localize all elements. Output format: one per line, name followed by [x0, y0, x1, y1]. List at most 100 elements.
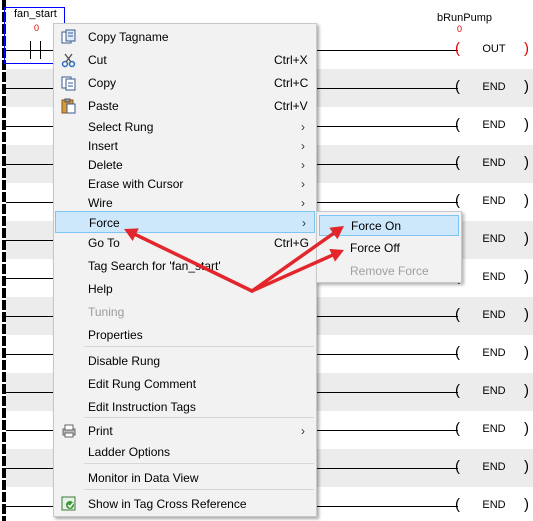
copy-tagname-icon	[61, 29, 77, 45]
end-instruction[interactable]: END	[470, 347, 518, 359]
menu-item-label: Force	[89, 216, 120, 230]
submenu-item-label: Remove Force	[350, 264, 429, 278]
menu-item-label: Ladder Options	[88, 445, 171, 459]
menu-item-shortcut: Ctrl+X	[274, 53, 308, 67]
menu-item-label: Edit Instruction Tags	[88, 400, 196, 414]
coil-value: 0	[457, 24, 463, 34]
menu-item-label: Edit Rung Comment	[88, 377, 197, 391]
menu-item-shortcut: Ctrl+C	[274, 76, 309, 90]
menu-item-label: Disable Rung	[88, 354, 161, 368]
menu-separator	[84, 463, 314, 464]
coil-left-paren: (	[455, 78, 460, 95]
end-instruction[interactable]: END	[470, 233, 518, 245]
coil-right-paren: )	[524, 306, 529, 323]
contact-left-bar	[30, 41, 31, 59]
coil-left-paren: (	[455, 496, 460, 513]
end-instruction[interactable]: END	[470, 385, 518, 397]
end-instruction[interactable]: END	[470, 119, 518, 131]
coil-right-paren: )	[524, 230, 529, 247]
menu-item-copy-tagname[interactable]: Copy Tagname	[55, 26, 315, 48]
submenu-item-force-off[interactable]: Force Off	[319, 238, 459, 259]
menu-item-label: Help	[88, 282, 113, 296]
menu-item-shortcut: Ctrl+G	[274, 236, 310, 250]
menu-item-copy[interactable]: Copy Ctrl+C	[55, 72, 315, 94]
coil-left-paren: (	[455, 420, 460, 437]
menu-item-ladder-options[interactable]: Ladder Options	[55, 441, 315, 463]
menu-item-shortcut: Ctrl+V	[274, 99, 308, 113]
contact-tag-label: fan_start	[14, 8, 57, 20]
menu-item-label: Show in Tag Cross Reference	[88, 497, 247, 511]
coil-right-paren: )	[524, 268, 529, 285]
submenu-item-force-on[interactable]: Force On	[319, 215, 459, 236]
context-menu: Copy Tagname Cut Ctrl+X Copy Ctrl+C Paste Ctrl…	[53, 23, 317, 517]
menu-item-tuning: Tuning	[55, 301, 315, 323]
menu-item-cut[interactable]: Cut Ctrl+X	[55, 49, 315, 71]
coil-left-paren: (	[455, 382, 460, 399]
chevron-right-icon: ›	[301, 424, 305, 438]
coil-left-paren: (	[455, 306, 460, 323]
coil-right-paren: )	[524, 192, 529, 209]
copy-icon	[61, 75, 77, 91]
coil-tag-label: bRunPump	[437, 12, 493, 24]
print-icon	[61, 423, 77, 439]
menu-item-paste[interactable]: Paste Ctrl+V	[55, 95, 315, 117]
menu-item-label: Copy	[88, 76, 117, 90]
end-instruction[interactable]: END	[470, 195, 518, 207]
scissors-icon	[61, 52, 77, 68]
end-instruction[interactable]: END	[470, 423, 518, 435]
menu-item-label: Tag Search for 'fan_start'	[88, 259, 221, 273]
menu-item-label: Cut	[88, 53, 107, 67]
end-instruction[interactable]: END	[470, 309, 518, 321]
menu-item-label: Paste	[88, 99, 119, 113]
menu-item-label: Copy Tagname	[88, 30, 169, 44]
menu-separator	[84, 489, 314, 490]
coil-left-paren: (	[455, 154, 460, 171]
coil-right-paren: )	[524, 496, 529, 513]
menu-item-label: Monitor in Data View	[88, 471, 199, 485]
contact-value: 0	[34, 23, 40, 33]
menu-item-tag-search-for-fan-start[interactable]: Tag Search for 'fan_start'	[55, 255, 315, 277]
coil-right-paren: )	[524, 78, 529, 95]
end-instruction[interactable]: END	[470, 157, 518, 169]
end-instruction[interactable]: END	[470, 499, 518, 511]
coil-left-paren: (	[455, 40, 460, 57]
end-instruction[interactable]: END	[470, 461, 518, 473]
submenu-item-label: Force Off	[350, 241, 400, 255]
coil-right-paren: )	[524, 40, 529, 57]
menu-item-force[interactable]: Force ›	[55, 211, 315, 233]
menu-separator	[84, 346, 314, 347]
submenu-item-label: Force On	[351, 219, 402, 233]
menu-item-print[interactable]: Print ›	[55, 420, 315, 442]
submenu-item-remove-force: Remove Force	[319, 261, 459, 282]
menu-item-disable-rung[interactable]: Disable Rung	[55, 350, 315, 372]
menu-item-label: Properties	[88, 328, 143, 342]
cross-reference-icon	[61, 496, 77, 512]
menu-item-help[interactable]: Help	[55, 278, 315, 300]
force-submenu: Force On Force Off Remove Force	[316, 211, 462, 283]
coil-left-paren: (	[455, 116, 460, 133]
coil-right-paren: )	[524, 344, 529, 361]
menu-item-label: Go To	[88, 236, 120, 250]
coil-left-paren: (	[455, 458, 460, 475]
menu-item-monitor-in-data-view[interactable]: Monitor in Data View	[55, 467, 315, 489]
chevron-right-icon: ›	[302, 216, 306, 230]
end-instruction[interactable]: END	[470, 271, 518, 283]
menu-item-properties[interactable]: Properties	[55, 324, 315, 346]
menu-item-show-in-tag-cross-reference[interactable]: Show in Tag Cross Reference	[55, 493, 315, 515]
menu-item-label: Print	[88, 424, 113, 438]
contact-right-bar	[40, 41, 41, 59]
menu-item-label: Tuning	[88, 305, 125, 319]
coil-right-paren: )	[524, 458, 529, 475]
coil-right-paren: )	[524, 420, 529, 437]
coil-right-paren: )	[524, 382, 529, 399]
coil-left-paren: (	[455, 344, 460, 361]
end-instruction[interactable]: END	[470, 81, 518, 93]
out-instruction[interactable]: OUT	[470, 43, 518, 55]
menu-item-edit-instruction-tags[interactable]: Edit Instruction Tags	[55, 396, 315, 418]
menu-item-go-to[interactable]: Go To Ctrl+G	[55, 232, 315, 254]
paste-icon	[61, 98, 77, 114]
coil-right-paren: )	[524, 154, 529, 171]
coil-right-paren: )	[524, 116, 529, 133]
coil-left-paren: (	[455, 192, 460, 209]
menu-item-edit-rung-comment[interactable]: Edit Rung Comment	[55, 373, 315, 395]
